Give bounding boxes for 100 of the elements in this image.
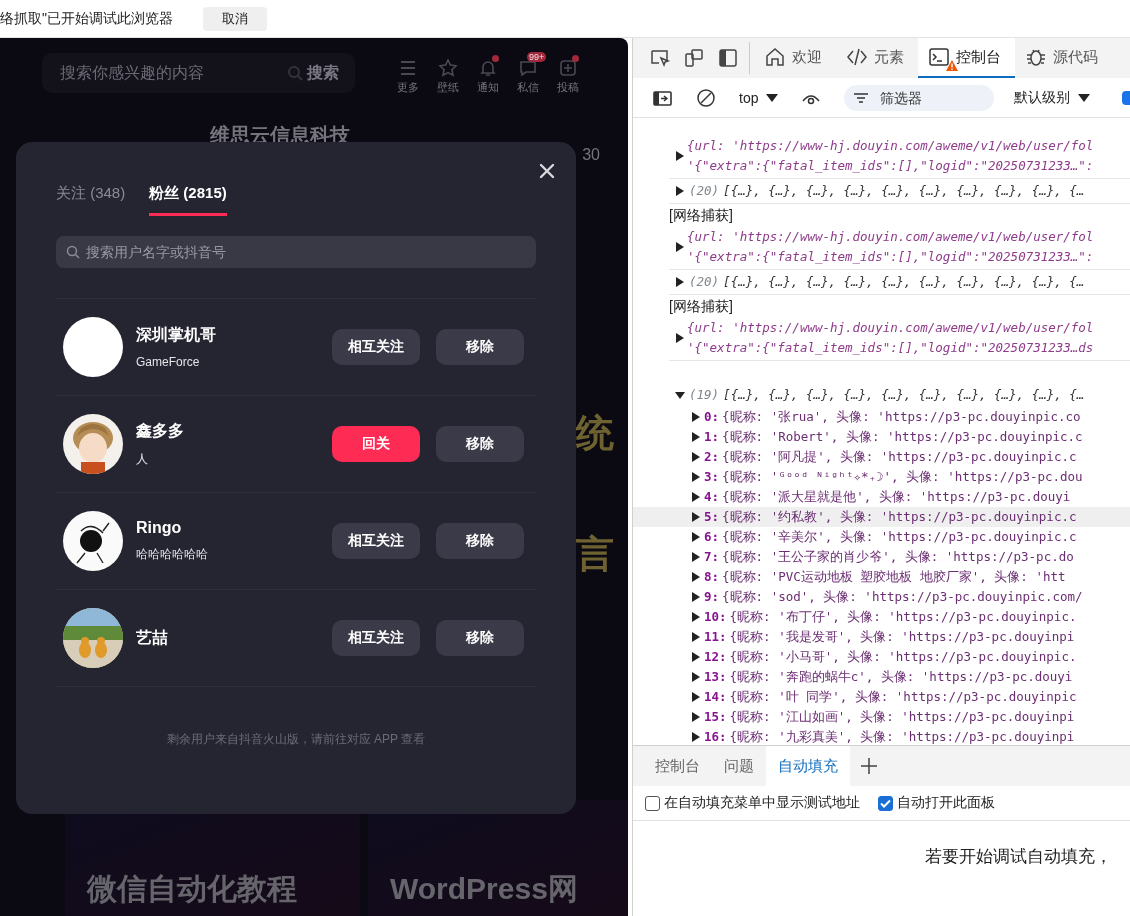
dock-side-icon[interactable] bbox=[717, 47, 739, 69]
tab[interactable]: 关注 (348) bbox=[56, 184, 126, 216]
close-icon[interactable] bbox=[538, 162, 556, 180]
action-button[interactable]: 相互关注 bbox=[332, 620, 420, 656]
banner-text: 言 bbox=[576, 532, 614, 577]
property-index: 4: bbox=[704, 488, 720, 506]
expand-arrow-icon[interactable] bbox=[675, 151, 685, 161]
caret-icon bbox=[1078, 93, 1091, 102]
checkbox-label: 自动打开此面板 bbox=[897, 794, 995, 812]
property-index: 6: bbox=[704, 528, 720, 546]
plus-icon[interactable] bbox=[860, 757, 878, 775]
filter-field[interactable]: 筛选器 bbox=[844, 84, 995, 111]
info-message: 络抓取"已开始调试此浏览器 bbox=[0, 9, 173, 28]
expand-arrow-icon[interactable] bbox=[675, 186, 685, 196]
drawer-tab[interactable]: 自动填充 bbox=[766, 746, 850, 786]
property-index: 14: bbox=[704, 688, 727, 706]
action-button[interactable]: 移除 bbox=[436, 426, 524, 462]
property-index: 13: bbox=[704, 668, 727, 686]
expand-arrow-icon[interactable] bbox=[675, 242, 685, 252]
tab[interactable]: 粉丝 (2815) bbox=[149, 184, 227, 216]
property-index: 16: bbox=[704, 728, 727, 745]
footer-note: 剩余用户来自抖音火山版，请前往对应 APP 查看 bbox=[165, 731, 427, 748]
cancel-button[interactable]: 取消 bbox=[203, 6, 267, 31]
count-badge: 99+ bbox=[527, 51, 547, 62]
log-label: [网络捕获] bbox=[669, 206, 734, 225]
code-icon bbox=[846, 46, 868, 68]
nav-button[interactable]: 更多 bbox=[389, 51, 427, 95]
search-button[interactable]: 搜索 bbox=[281, 61, 345, 85]
log-text: {url: 'https://www-hj.douyin.com/aweme/v1/web/user/fol bbox=[687, 228, 1094, 246]
checkbox[interactable] bbox=[645, 795, 660, 811]
checkbox[interactable] bbox=[878, 795, 893, 811]
nav-button[interactable]: 投稿 bbox=[549, 51, 587, 95]
property-value: {昵称: '小马哥', 头像: 'https://p3-pc.douyinpic. bbox=[729, 648, 1077, 666]
property-value: {昵称: '叶 同学', 头像: 'https://p3-pc.douyinpic bbox=[729, 688, 1077, 706]
devtools-tab[interactable]: 欢迎 bbox=[754, 38, 836, 78]
clear-icon[interactable] bbox=[695, 86, 717, 109]
property-value: {昵称: '张rua', 头像: 'https://p3-pc.douyinpic.co bbox=[722, 408, 1081, 426]
property-value: {昵称: 'ᴳᵒᵒᵈ ᴺⁱᵍʰᵗ✧*₊☽', 头像: 'https://p3-pc.dou bbox=[722, 468, 1083, 486]
property-value: {昵称: '江山如画', 头像: 'https://p3-pc.douyinpi bbox=[729, 708, 1075, 726]
array-preview: [{…}, {…}, {…}, {…}, {…}, {…}, {…}, {…}, {…}, {… bbox=[723, 273, 1085, 291]
home-icon bbox=[764, 46, 786, 68]
devtools-tab[interactable]: 元素 bbox=[836, 38, 918, 78]
context-dropdown[interactable]: top bbox=[733, 88, 785, 107]
user-bio: GameForce bbox=[136, 355, 201, 369]
nav-button[interactable]: 私信 99+ bbox=[509, 51, 547, 95]
action-button[interactable]: 相互关注 bbox=[332, 523, 420, 559]
property-index: 15: bbox=[704, 708, 727, 726]
user-name: 鑫多多 bbox=[136, 420, 185, 441]
property-index: 1: bbox=[704, 428, 720, 446]
filter-icon bbox=[854, 92, 869, 103]
follow-back-button[interactable]: 回关 bbox=[332, 426, 420, 462]
log-text: {url: 'https://www-hj.douyin.com/aweme/v1/web/user/fol bbox=[687, 137, 1094, 155]
checkbox-label: 在自动填充菜单中显示测试地址 bbox=[664, 794, 860, 812]
property-index: 12: bbox=[704, 648, 727, 666]
array-count: (20) bbox=[689, 182, 720, 200]
property-value: {昵称: 'sod', 头像: 'https://p3-pc.douyinpic.com/ bbox=[722, 588, 1083, 606]
expand-arrow-icon[interactable] bbox=[675, 277, 685, 287]
user-bio: 哈哈哈哈哈哈 bbox=[136, 546, 209, 563]
property-value: {昵称: '约私教', 头像: 'https://p3-pc.douyinpic.c bbox=[722, 508, 1077, 526]
property-value: {昵称: 'PVC运动地板 塑胶地板 地胶厂家', 头像: 'htt bbox=[722, 568, 1066, 586]
property-index: 2: bbox=[704, 448, 720, 466]
drawer-tab[interactable]: 问题 bbox=[712, 746, 766, 786]
star-icon bbox=[438, 57, 458, 78]
panel-message: 若要开始调试自动填充， bbox=[924, 846, 1113, 868]
action-button[interactable]: 移除 bbox=[436, 329, 524, 365]
property-value: {昵称: 'Robert', 头像: 'https://p3-pc.douyinpic.c bbox=[722, 428, 1083, 446]
array-preview: [{…}, {…}, {…}, {…}, {…}, {…}, {…}, {…}, {…}, {… bbox=[723, 182, 1085, 200]
caret-icon bbox=[766, 93, 779, 102]
property-index: 10: bbox=[704, 608, 727, 626]
property-index: 8: bbox=[704, 568, 720, 586]
drawer-tab[interactable]: 控制台 bbox=[643, 746, 712, 786]
action-button[interactable]: 移除 bbox=[436, 523, 524, 559]
search-field[interactable]: 搜索你感兴趣的内容 搜索 bbox=[42, 53, 355, 93]
devtools-tab[interactable]: 源代码 bbox=[1015, 38, 1112, 78]
inspect-icon[interactable] bbox=[649, 47, 671, 69]
filter-input[interactable]: 筛选器 bbox=[880, 84, 985, 111]
nav-button[interactable]: 壁纸 bbox=[429, 51, 467, 95]
property-index: 0: bbox=[704, 408, 720, 426]
banner-text: 统 bbox=[576, 411, 614, 456]
level-dropdown[interactable]: 默认级别 bbox=[1008, 87, 1097, 108]
user-name: 艺喆 bbox=[136, 627, 169, 648]
plus-icon bbox=[558, 57, 578, 78]
array-preview: [{…}, {…}, {…}, {…}, {…}, {…}, {…}, {…}, {…}, {… bbox=[723, 386, 1085, 404]
message-icon[interactable] bbox=[1122, 90, 1130, 105]
property-value: {昵称: '布丁仔', 头像: 'https://p3-pc.douyinpic. bbox=[729, 608, 1077, 626]
property-value: {昵称: '九彩真美', 头像: 'https://p3-pc.douyinpi bbox=[729, 728, 1075, 745]
log-text: '{"extra":{"fatal_item_ids":[],"logid":"20250731233…": bbox=[687, 248, 1094, 266]
action-button[interactable]: 相互关注 bbox=[332, 329, 420, 365]
action-button[interactable]: 移除 bbox=[436, 620, 524, 656]
console-icon bbox=[928, 46, 950, 68]
devtools-tab[interactable]: 控制台 bbox=[918, 38, 1015, 78]
device-icon[interactable] bbox=[683, 47, 705, 69]
expand-arrow-icon[interactable] bbox=[675, 390, 685, 400]
nav-button[interactable]: 通知 bbox=[469, 51, 507, 95]
expand-arrow-icon[interactable] bbox=[675, 333, 685, 343]
property-value: {昵称: '辛美尔', 头像: 'https://p3-pc.douyinpic.c bbox=[722, 528, 1077, 546]
array-count: (19) bbox=[689, 386, 720, 404]
array-count: (20) bbox=[689, 273, 720, 291]
property-value: {昵称: '王公子家的肖少爷', 头像: 'https://p3-pc.do bbox=[722, 548, 1074, 566]
search-icon bbox=[66, 245, 80, 259]
